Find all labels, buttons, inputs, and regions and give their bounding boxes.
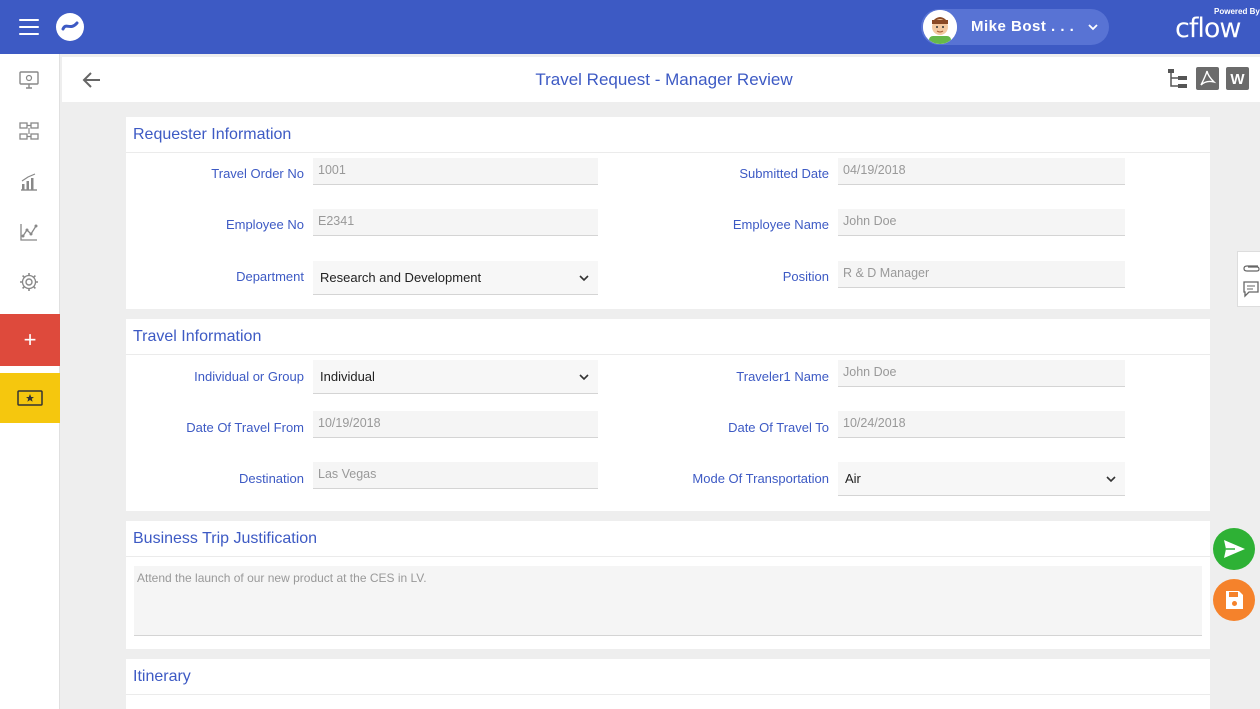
section-title: Requester Information xyxy=(133,126,292,143)
section-title: Travel Information xyxy=(133,328,262,345)
word-icon[interactable]: W xyxy=(1226,67,1249,90)
chevron-down-icon[interactable] xyxy=(1085,19,1101,35)
user-menu[interactable]: Mike Bost . . . xyxy=(921,9,1109,45)
paperclip-icon[interactable] xyxy=(1242,260,1260,278)
app-logo[interactable] xyxy=(56,13,84,41)
traveler1-name-field[interactable]: John Doe xyxy=(838,360,1125,387)
side-panel-tab[interactable] xyxy=(1237,251,1260,307)
settings-gear-icon[interactable] xyxy=(17,270,41,294)
individual-group-select[interactable]: Individual xyxy=(313,360,598,394)
requester-information-card: Requester Information Travel Order No 10… xyxy=(126,117,1210,309)
position-label: Position xyxy=(782,269,829,284)
business-trip-justification-card: Business Trip Justification Attend the l… xyxy=(126,521,1210,649)
chevron-down-icon xyxy=(578,371,590,383)
divider xyxy=(126,152,1210,153)
tree-view-icon[interactable] xyxy=(1167,67,1190,90)
page-title: Travel Request - Manager Review xyxy=(535,70,793,89)
user-name: Mike Bost . . . xyxy=(971,18,1075,35)
date-to-field[interactable]: 10/24/2018 xyxy=(838,411,1125,438)
date-from-field[interactable]: 10/19/2018 xyxy=(313,411,598,438)
employee-name-label: Employee Name xyxy=(732,217,829,232)
chevron-down-icon xyxy=(578,272,590,284)
destination-field[interactable]: Las Vegas xyxy=(313,462,598,489)
itinerary-card: Itinerary xyxy=(126,659,1210,709)
divider xyxy=(126,354,1210,355)
date-from-label: Date Of Travel From xyxy=(186,420,304,435)
divider xyxy=(126,694,1210,695)
comment-icon[interactable] xyxy=(1242,280,1260,305)
date-to-label: Date Of Travel To xyxy=(728,420,829,435)
section-title: Business Trip Justification xyxy=(133,530,318,547)
mode-of-transportation-value: Air xyxy=(845,471,861,486)
department-value: Research and Development xyxy=(320,270,482,285)
workflow-icon[interactable] xyxy=(17,119,41,143)
sidebar: + xyxy=(0,54,60,709)
employee-no-field[interactable]: E2341 xyxy=(313,209,598,236)
justification-textarea[interactable]: Attend the launch of our new product at … xyxy=(134,566,1202,636)
travel-information-card: Travel Information Individual or Group I… xyxy=(126,319,1210,511)
employee-no-label: Employee No xyxy=(225,217,304,232)
individual-group-value: Individual xyxy=(320,369,375,384)
individual-group-label: Individual or Group xyxy=(194,369,304,384)
employee-name-field[interactable]: John Doe xyxy=(838,209,1125,236)
analytics-icon[interactable] xyxy=(17,220,41,244)
top-bar: Mike Bost . . . Powered By cflow xyxy=(0,0,1260,54)
pdf-icon[interactable] xyxy=(1196,67,1219,90)
traveler1-name-label: Traveler1 Name xyxy=(736,369,829,384)
reports-icon[interactable] xyxy=(17,170,41,194)
department-label: Department xyxy=(236,269,304,284)
mode-of-transportation-label: Mode Of Transportation xyxy=(692,471,829,486)
save-icon[interactable] xyxy=(1213,579,1255,621)
ticket-button[interactable] xyxy=(0,373,60,423)
avatar xyxy=(923,10,957,44)
dashboard-icon[interactable] xyxy=(17,68,41,92)
brand-logo: cflow xyxy=(1175,13,1241,44)
mode-of-transportation-select[interactable]: Air xyxy=(838,462,1125,496)
chevron-down-icon xyxy=(1105,473,1117,485)
add-button[interactable]: + xyxy=(0,314,60,366)
destination-label: Destination xyxy=(238,471,304,486)
submitted-date-label: Submitted Date xyxy=(739,166,829,181)
hamburger-icon[interactable] xyxy=(19,19,39,35)
position-field[interactable]: R & D Manager xyxy=(838,261,1125,288)
send-icon[interactable] xyxy=(1213,528,1255,570)
page-header: Travel Request - Manager Review W xyxy=(62,57,1260,102)
svg-text:W: W xyxy=(1230,71,1245,88)
department-select[interactable]: Research and Development xyxy=(313,261,598,295)
travel-order-label: Travel Order No xyxy=(211,166,304,181)
divider xyxy=(126,556,1210,557)
travel-order-field[interactable]: 1001 xyxy=(313,158,598,185)
section-title: Itinerary xyxy=(133,668,191,685)
submitted-date-field[interactable]: 04/19/2018 xyxy=(838,158,1125,185)
